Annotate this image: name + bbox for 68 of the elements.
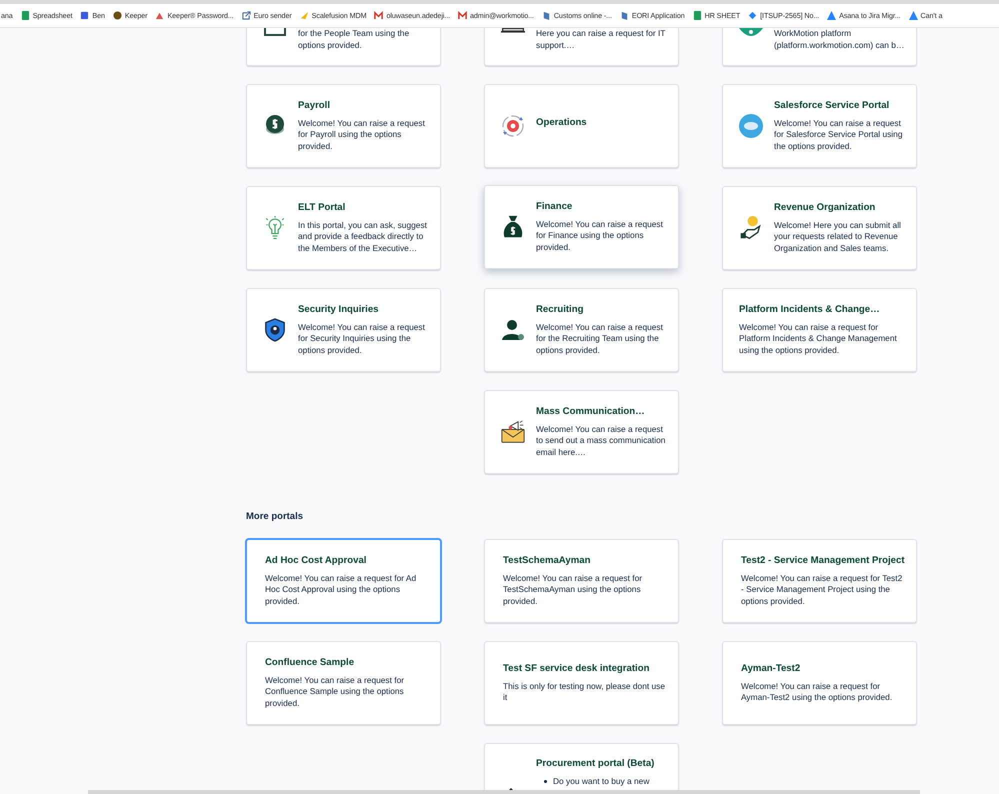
portal-card[interactable]: Ayman-Test2 Welcome! You can raise a request for Ayman-Test2 using the options provided. bbox=[722, 641, 917, 725]
portal-description: Welcome! Here you can submit all your requests related to Revenue Organization and Sales teams. bbox=[774, 220, 902, 254]
portal-card[interactable]: Platform Incidents & Change… Welcome! You can raise a request for Platform Incidents & Change Management using the options provided. bbox=[722, 288, 917, 372]
portal-title: Test SF service desk integration bbox=[503, 662, 650, 674]
cloud-logo-icon bbox=[739, 114, 763, 138]
money-bag-icon bbox=[501, 215, 525, 239]
envelope-megaphone-icon bbox=[501, 420, 525, 444]
portal-description: WorkMotion platform (platform.workmotion.com) can b… bbox=[774, 28, 906, 51]
portal-card[interactable]: Test SF service desk integration This is only for testing now, please dont use it bbox=[484, 641, 679, 725]
portal-card[interactable]: Operations bbox=[484, 84, 679, 168]
portal-title: Ad Hoc Cost Approval bbox=[265, 554, 368, 567]
portal-title: Recruiting bbox=[536, 304, 584, 316]
portal-card[interactable]: Payroll Welcome! You can raise a request for Payroll using the options provided. bbox=[246, 84, 441, 168]
portal-card[interactable]: Here you can raise a request for IT support.… bbox=[484, 28, 679, 66]
portal-title: Ayman-Test2 bbox=[741, 662, 802, 674]
portal-card[interactable]: Test2 - Service Management Project Welcome! You can raise a request for Test2 - Service Management Project using the options provided. bbox=[722, 539, 917, 623]
portal-card[interactable]: TestSchemaAyman Welcome! You can raise a request for TestSchemaAyman using the options provided. bbox=[484, 539, 679, 623]
portal-card[interactable]: WorkMotion platform (platform.workmotion.com) can b… bbox=[722, 28, 917, 66]
frame-icon bbox=[263, 28, 287, 36]
portal-title: Payroll bbox=[298, 100, 331, 112]
portal-description: Welcome! You can raise a request for Payroll using the options provided. bbox=[298, 118, 426, 152]
portal-card[interactable]: Ad Hoc Cost Approval Welcome! You can raise a request for Ad Hoc Cost Approval using the options provided. bbox=[246, 539, 441, 623]
coin-hand-icon bbox=[739, 216, 763, 240]
portal-description: Welcome! You can raise a request for Confluence Sample using the options provided. bbox=[265, 674, 406, 710]
portal-description: Welcome! You can raise a request for Platform Incidents & Change Management using the options provided. bbox=[739, 322, 898, 356]
portal-description: Welcome! You can raise a request for Security Inquiries using the options provided. bbox=[298, 322, 426, 356]
portal-title: TestSchemaAyman bbox=[503, 554, 592, 567]
portal-title: Procurement portal (Beta) bbox=[536, 758, 654, 770]
portal-card[interactable]: Procurement portal (Beta) Do you want to buy a new bbox=[484, 743, 679, 790]
portal-title: Operations bbox=[536, 117, 587, 129]
portal-description: Welcome! You can raise a request for the Recruiting Team using the options provided. bbox=[536, 322, 664, 356]
portal-card[interactable]: Recruiting Welcome! You can raise a request for the Recruiting Team using the options provided. bbox=[484, 288, 679, 372]
portal-description: In this portal, you can ask, suggest and provide a feedback directly to the Members of the Executive… bbox=[298, 220, 428, 254]
portal-description: Here you can raise a request for IT support.… bbox=[536, 28, 666, 51]
portal-title: Revenue Organization bbox=[774, 202, 876, 214]
portal-card[interactable]: Salesforce Service Portal Welcome! You can raise a request for Salesforce Service Portal using the options provided. bbox=[722, 84, 917, 168]
portal-card[interactable]: Mass Communication… Welcome! You can raise a request to send out a mass communication email here.… bbox=[484, 390, 679, 474]
lightbulb-icon bbox=[263, 216, 287, 240]
portal-card[interactable]: Revenue Organization Welcome! Here you can submit all your requests related to Revenue Organization and Sales teams. bbox=[722, 186, 917, 270]
gear-cycle-icon bbox=[501, 114, 525, 138]
portal-title: Confluence Sample bbox=[265, 656, 356, 669]
shield-user-icon bbox=[263, 318, 287, 342]
section-heading: More portals bbox=[246, 511, 304, 522]
portal-description: This is only for testing now, please dont use it bbox=[503, 680, 666, 704]
portal-description: Welcome! You can raise a request for TestSchemaAyman using the options provided. bbox=[503, 572, 644, 608]
portal-card[interactable]: ELT Portal In this portal, you can ask, suggest and provide a feedback directly to the Members of the Executive… bbox=[246, 186, 441, 270]
portal-description: Welcome! You can raise a request for Ayman-Test2 using the options provided. bbox=[741, 680, 894, 704]
scrollbar[interactable] bbox=[88, 790, 920, 794]
portal-title: Salesforce Service Portal bbox=[774, 100, 890, 112]
portal-card[interactable]: Security Inquiries Welcome! You can raise a request for Security Inquiries using the options provided. bbox=[246, 288, 441, 372]
portal-title: ELT Portal bbox=[298, 202, 346, 214]
portal-title: Finance bbox=[536, 200, 574, 213]
portal-description: for the People Team using the options provided. bbox=[298, 28, 410, 51]
portal-title: Mass Communication… bbox=[536, 406, 646, 418]
portal-card[interactable]: Finance Welcome! You can raise a request for Finance using the options provided. bbox=[484, 185, 679, 269]
portal-title: Security Inquiries bbox=[298, 304, 380, 316]
bullet-item: Do you want to buy a new bbox=[536, 776, 654, 786]
portal-description: Welcome! You can raise a request to send out a mass communication email here.… bbox=[536, 424, 666, 458]
portal-card[interactable]: Confluence Sample Welcome! You can raise a request for Confluence Sample using the options provided. bbox=[246, 641, 441, 725]
portal-description: Welcome! You can raise a request for Salesforce Service Portal using the options provided. bbox=[774, 118, 904, 152]
laptop-icon bbox=[501, 28, 525, 34]
portal-description: Welcome! You can raise a request for Test2 - Service Management Project using the options provided. bbox=[741, 572, 904, 608]
person-icon bbox=[501, 318, 525, 342]
portal-title: Test2 - Service Management Project bbox=[741, 554, 906, 567]
portal-description: Welcome! You can raise a request for Finance using the options provided. bbox=[536, 218, 664, 254]
portal-title: Platform Incidents & Change… bbox=[739, 304, 881, 316]
portal-description: Welcome! You can raise a request for Ad Hoc Cost Approval using the options provided. bbox=[265, 572, 418, 608]
portal-card[interactable]: for the People Team using the options provided. bbox=[246, 28, 441, 66]
